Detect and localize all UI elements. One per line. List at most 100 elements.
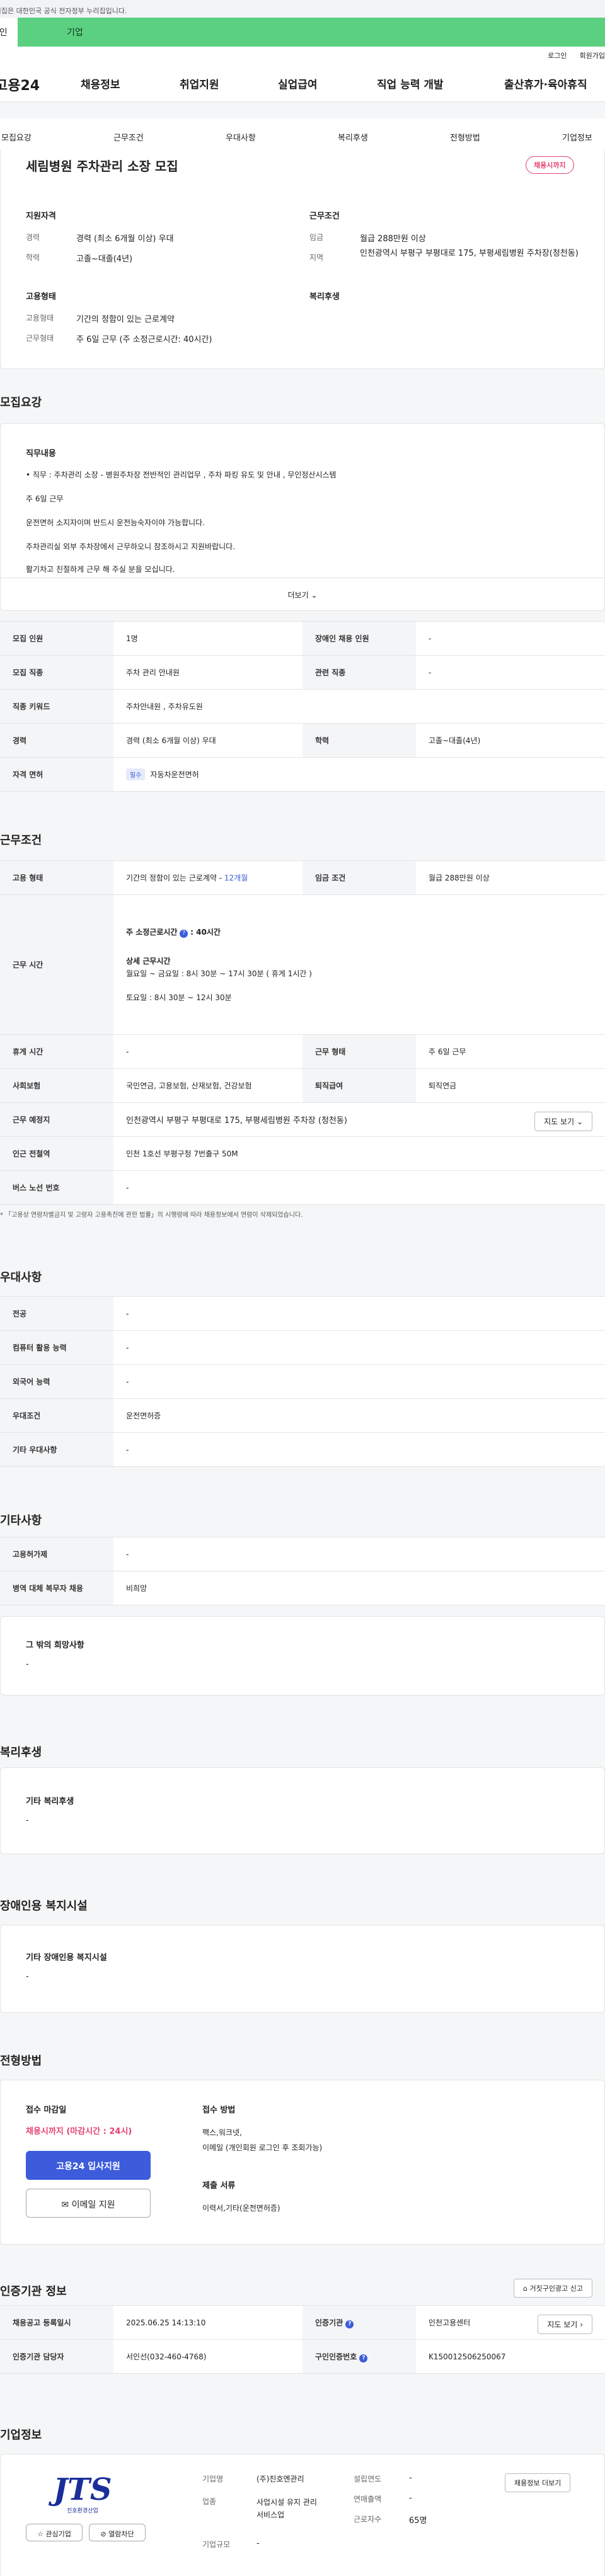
duty-line-1: • 직무 : 주차관리 소장 - 병원주차장 전반적인 관리업무 , 주차 파킹… xyxy=(26,470,337,479)
favorite-label: 관심기업 xyxy=(45,2530,71,2538)
row-value: 퇴직연금 xyxy=(416,1068,605,1103)
form-label: 근무형태 xyxy=(26,334,54,343)
company-logo-mark: JTS xyxy=(53,2472,112,2507)
disab-card: 기타 장애인용 복지시설 - xyxy=(0,1925,605,2013)
company-name-label: 기업명 xyxy=(202,2475,224,2483)
company-name-value: (주)진호엔관리 xyxy=(256,2475,304,2483)
table-row: 사회보험 국민연금, 고용보험, 산재보험, 건강보험 퇴직급여 퇴직연금 xyxy=(0,1068,605,1103)
welfare-box-value: - xyxy=(26,1816,29,1825)
etc-wish-card: 그 밖의 희망사항 - xyxy=(0,1616,605,1695)
emp-months: 12개월 xyxy=(224,874,248,882)
area-value: 인천광역시 부평구 부평대로 175, 부평세림병원 주차장(청천동) xyxy=(360,249,579,258)
row-key: 근무 형태 xyxy=(302,1034,416,1069)
deadline-title: 접수 마감일 xyxy=(26,2106,67,2115)
company-logo-sub: 진호환경산업 xyxy=(67,2508,98,2514)
global-nav: 고용24 채용정보 취업지원 실업급여 직업 능력 개발 출산휴가·육아휴직 xyxy=(0,62,605,102)
row-key: 퇴직급여 xyxy=(302,1068,416,1103)
row-value: 1명 xyxy=(113,621,302,656)
tab-company[interactable]: 기업정보 xyxy=(562,131,592,143)
chevron-down-icon: ⌄ xyxy=(576,1117,583,1126)
tab-conditions[interactable]: 근무조건 xyxy=(113,131,144,143)
row-value: 경력 (최소 6개월 이상) 우대 xyxy=(113,723,302,758)
org-map-button[interactable]: 지도 보기 › xyxy=(538,2315,592,2334)
map-button[interactable]: 지도 보기 ⌄ xyxy=(534,1112,592,1131)
docs-title: 제출 서류 xyxy=(202,2181,236,2191)
work-time-cell: 주 소정근로시간 ? : 40시간 상세 근무시간 월요일 ~ 금요일 : 8시… xyxy=(113,894,605,1035)
weekly-hours-value: : 40시간 xyxy=(190,927,221,937)
apply-button[interactable]: 고용24 입사지원 xyxy=(26,2151,151,2180)
map-button-label: 지도 보기 xyxy=(544,1117,575,1126)
duty-card: 직무내용 • 직무 : 주차관리 소장 - 병원주차장 전반적인 관리업무 , … xyxy=(0,423,605,611)
signup-link[interactable]: 회원가입 xyxy=(580,50,605,62)
tab-recruit[interactable]: 모집요강 xyxy=(1,131,32,143)
weekly-hours-label: 주 소정근로시간 xyxy=(126,927,178,937)
employees-value: 65명 xyxy=(409,2516,427,2526)
tab-company[interactable]: 기업 xyxy=(18,18,605,47)
job-summary-card: 세림병원 주차관리 소장 모집 채용시까지 지원자격 경력 경력 (최소 6개월… xyxy=(0,150,605,369)
cond-heading: 근무조건 xyxy=(309,212,340,221)
email-button-label: 이메일 지원 xyxy=(71,2200,115,2210)
row-key: 인증기관 ? xyxy=(302,2305,416,2340)
org-value: 인천고용센터 xyxy=(429,2318,471,2327)
tab-individual[interactable]: 개인 xyxy=(0,18,18,47)
disab-box-value: - xyxy=(26,1972,29,1981)
info-icon[interactable]: ? xyxy=(359,2354,368,2362)
etc-section-title: 기타사항 xyxy=(0,1514,42,1527)
company-logo: JTS 진호환경산업 xyxy=(26,2473,139,2517)
row-key: 컴퓨터 활용 능력 xyxy=(0,1330,113,1365)
favorite-company-button[interactable]: ☆ 관심기업 xyxy=(26,2524,83,2541)
table-row: 인근 전철역 인천 1호선 부평구청 7번출구 50M xyxy=(0,1136,605,1171)
email-apply-button[interactable]: ✉ 이메일 지원 xyxy=(26,2189,151,2218)
row-key: 병역 대체 복무자 채용 xyxy=(0,1571,113,1605)
welfare-heading: 복리후생 xyxy=(309,292,340,302)
more-button[interactable]: 더보기 ⌄ xyxy=(1,578,604,610)
apply-button-label: 고용24 입사지원 xyxy=(56,2162,120,2172)
industry-label: 업종 xyxy=(202,2497,217,2506)
row-value: 운전면허증 xyxy=(113,1398,605,1433)
cert-section-title: 인증기관 정보 xyxy=(0,2285,67,2298)
nav-job-training[interactable]: 직업 능력 개발 xyxy=(377,76,444,91)
career-value: 경력 (최소 6개월 이상) 우대 xyxy=(76,234,174,244)
login-link[interactable]: 로그인 xyxy=(548,50,567,62)
job-title: 세림병원 주차관리 소장 모집 xyxy=(26,159,178,174)
row-key: 사회보험 xyxy=(0,1068,113,1103)
num-label: 구인인증번호 xyxy=(315,2352,357,2361)
nav-employment-support[interactable]: 취업지원 xyxy=(180,76,219,91)
company-jobs-button[interactable]: 채용정보 더보기 xyxy=(505,2473,571,2492)
nav-jobs[interactable]: 채용정보 xyxy=(81,76,120,91)
nav-unemployment-benefit[interactable]: 실업급여 xyxy=(278,76,318,91)
row-key: 직종 키워드 xyxy=(0,689,113,724)
row-value: 인천 1호선 부평구청 7번출구 50M xyxy=(113,1136,605,1171)
block-view-button[interactable]: ⊘ 열람차단 xyxy=(89,2524,146,2541)
duty-line-3: 운전면허 소지자이며 반드시 운전능숙자이야 가능합니다. xyxy=(26,518,205,527)
tab-welfare[interactable]: 복리후생 xyxy=(338,131,368,143)
row-key: 구인인증번호 ? xyxy=(302,2339,416,2374)
work-table: 고용 형태 기간의 정함이 있는 근로계약 - 12개월 임금 조건 월급 28… xyxy=(0,860,605,1205)
place-value: 인천광역시 부평구 부평대로 175, 부평세림병원 주차장 (청천동) xyxy=(126,1116,347,1126)
info-icon[interactable]: ? xyxy=(180,929,188,938)
deadline-value: 채용시까지 (마감시간 : 24시) xyxy=(26,2127,132,2136)
company-card: JTS 진호환경산업 ☆ 관심기업 ⊘ 열람차단 기업명 (주)진호엔관리 업종… xyxy=(0,2454,605,2576)
edu-label: 학력 xyxy=(26,253,40,262)
row-value: 주 6일 근무 xyxy=(416,1034,605,1069)
employees-label: 근로자수 xyxy=(354,2515,382,2524)
row-key: 임금 조건 xyxy=(302,860,416,895)
tab-preferences[interactable]: 우대사항 xyxy=(226,131,256,143)
disab-box-title: 기타 장애인용 복지시설 xyxy=(26,1953,107,1963)
duty-line-2: 주 6일 근무 xyxy=(26,494,64,503)
table-row: 버스 노선 번호 - xyxy=(0,1170,605,1205)
tab-selection[interactable]: 전형방법 xyxy=(450,131,480,143)
site-logo[interactable]: 고용24 xyxy=(0,74,74,94)
report-button[interactable]: ⌂ 거짓구인광고 신고 xyxy=(514,2279,592,2298)
info-icon[interactable]: ? xyxy=(345,2320,354,2328)
table-row: 병역 대체 복무자 채용 비희망 xyxy=(0,1571,605,1605)
row-value: - xyxy=(113,1170,605,1205)
tab-individual-label: 개인 xyxy=(0,28,8,38)
deadline-badge: 채용시까지 xyxy=(526,156,574,174)
row-key: 근무 시간 xyxy=(0,894,113,1035)
nav-parental-leave[interactable]: 출산휴가·육아휴직 xyxy=(504,76,587,91)
sales-value: - xyxy=(409,2493,412,2503)
recruit-table: 모집 인원 1명 장애인 채용 인원 - 모집 직종 주차 관리 안내원 관련 … xyxy=(0,621,605,792)
detail-hours-title: 상세 근무시간 xyxy=(126,956,171,966)
age-note: * 「고용상 연령차별금지 및 고령자 고용촉진에 관한 법률」의 시행령에 따… xyxy=(0,1212,303,1219)
